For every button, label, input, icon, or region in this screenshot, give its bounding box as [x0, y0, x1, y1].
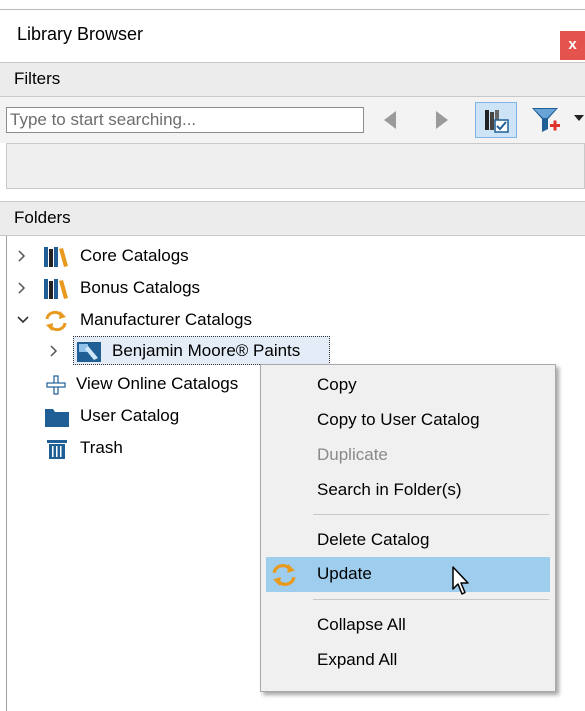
title-bar: Library Browser x [0, 10, 585, 60]
update-arrows-icon [272, 564, 296, 586]
menu-item-label: Expand All [317, 650, 398, 669]
tree-item-bonus-catalogs[interactable]: Bonus Catalogs [16, 274, 316, 304]
tree-item-label: Benjamin Moore® Paints [112, 341, 301, 360]
books-icon [44, 279, 68, 299]
menu-item-update[interactable]: Update [266, 557, 550, 595]
menu-item-label: Delete Catalog [317, 530, 430, 549]
search-toolbar [0, 97, 585, 143]
catalog-toggle-icon [485, 110, 509, 133]
tree-item-benjamin-moore-paints[interactable]: Benjamin Moore® Paints [48, 337, 338, 367]
window-title: Library Browser [17, 24, 144, 44]
tree-item-label: Bonus Catalogs [80, 278, 201, 297]
menu-item-search-in-folders[interactable]: Search in Folder(s) [266, 473, 550, 508]
menu-item-expand-all[interactable]: Expand All [266, 643, 550, 678]
tree-item-label: Trash [80, 438, 123, 457]
mouse-cursor-icon [452, 566, 469, 595]
tree-item-core-catalogs[interactable]: Core Catalogs [16, 242, 316, 272]
tree-item-manufacturer-catalogs[interactable]: Manufacturer Catalogs [16, 306, 336, 336]
menu-item-copy[interactable]: Copy [266, 368, 550, 403]
books-icon [44, 247, 68, 267]
menu-item-label: Collapse All [317, 615, 406, 634]
menu-item-collapse-all[interactable]: Collapse All [266, 608, 550, 643]
tree-item-view-online-catalogs[interactable]: View Online Catalogs [16, 370, 266, 400]
filter-panel [6, 143, 585, 189]
chevron-down-icon[interactable] [16, 312, 30, 328]
tree-item-label: Core Catalogs [80, 246, 189, 265]
menu-separator [313, 514, 549, 515]
update-arrows-icon [45, 310, 67, 332]
close-button[interactable]: x [560, 31, 585, 60]
dropdown-arrow-icon[interactable] [574, 115, 584, 123]
tree-item-label: User Catalog [80, 406, 180, 425]
filter-add-icon[interactable] [530, 105, 564, 135]
tree-item-trash[interactable]: Trash [16, 434, 266, 464]
menu-item-duplicate[interactable]: Duplicate [266, 438, 550, 473]
filters-header-label: Filters [14, 69, 61, 88]
menu-item-label: Update [317, 564, 372, 583]
menu-item-copy-to-user-catalog[interactable]: Copy to User Catalog [266, 403, 550, 438]
tree-left-border [6, 236, 7, 711]
paint-catalog-icon [77, 342, 101, 362]
forward-arrow-icon[interactable] [428, 107, 454, 133]
catalog-toggle-button[interactable] [475, 102, 517, 138]
tree-item-label: Manufacturer Catalogs [80, 310, 252, 329]
search-input[interactable] [6, 107, 364, 133]
menu-item-label: Copy [317, 375, 357, 394]
filters-header[interactable]: Filters [0, 62, 585, 97]
context-menu: Copy Copy to User Catalog Duplicate Sear… [260, 364, 556, 692]
menu-separator [313, 599, 549, 600]
chevron-right-icon[interactable] [16, 280, 28, 296]
window-top-border [0, 0, 585, 10]
menu-item-label: Search in Folder(s) [317, 480, 462, 499]
tree-item-user-catalog[interactable]: User Catalog [16, 402, 266, 432]
plus-icon [46, 375, 66, 395]
back-arrow-icon[interactable] [378, 107, 404, 133]
menu-item-delete-catalog[interactable]: Delete Catalog [266, 523, 550, 558]
folders-header-label: Folders [14, 208, 71, 227]
folder-icon [45, 409, 69, 427]
folders-header[interactable]: Folders [0, 201, 585, 236]
chevron-right-icon[interactable] [48, 343, 60, 359]
menu-item-label: Copy to User Catalog [317, 410, 480, 429]
chevron-right-icon[interactable] [16, 248, 28, 264]
menu-item-label: Duplicate [317, 445, 388, 464]
tree-item-label: View Online Catalogs [76, 374, 239, 393]
trash-icon [47, 440, 67, 459]
